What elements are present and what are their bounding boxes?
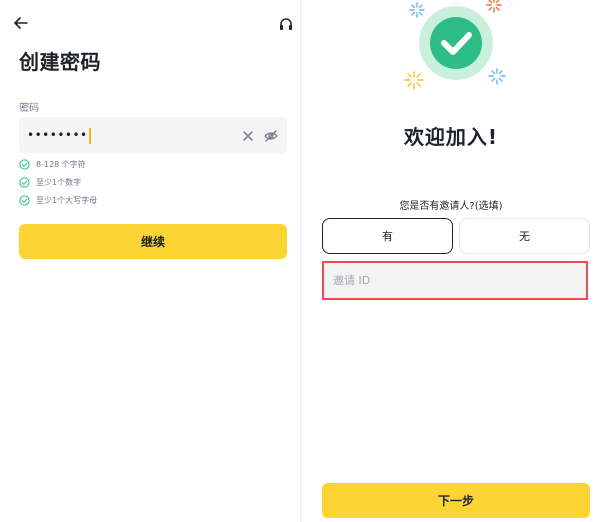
rule-text: 8-128 个字符 bbox=[36, 159, 86, 169]
toggle-visibility-button[interactable] bbox=[264, 128, 278, 142]
password-label: 密码 bbox=[19, 103, 39, 114]
check-circle-icon bbox=[19, 158, 30, 170]
support-button[interactable] bbox=[278, 16, 294, 32]
sparkle-icon bbox=[486, 0, 502, 13]
password-value: •••••••• bbox=[27, 128, 88, 142]
next-button[interactable]: 下一步 bbox=[322, 483, 590, 518]
referral-yes-option[interactable]: 有 bbox=[322, 218, 453, 254]
password-rule-uppercase: 至少1个大写字母 bbox=[19, 193, 97, 207]
back-button[interactable] bbox=[12, 14, 30, 32]
rule-text: 至少1个大写字母 bbox=[36, 195, 98, 205]
welcome-screen: 欢迎加入! 您是否有邀请人?(选填) 有 无 下一步 bbox=[302, 0, 600, 522]
password-value-wrapper: •••••••• bbox=[27, 117, 91, 153]
create-password-screen: 创建密码 密码 •••••••• 8-128 个字符 至少1个数字 至少1个大写… bbox=[0, 0, 300, 522]
check-badge-icon bbox=[419, 6, 493, 80]
referral-no-option[interactable]: 无 bbox=[459, 218, 590, 254]
success-illustration bbox=[404, 0, 506, 90]
back-arrow-icon bbox=[14, 17, 28, 29]
sparkle-icon bbox=[409, 2, 425, 18]
close-icon bbox=[243, 131, 253, 141]
password-rule-number: 至少1个数字 bbox=[19, 175, 81, 189]
clear-button[interactable] bbox=[241, 128, 255, 142]
password-rule-length: 8-128 个字符 bbox=[19, 157, 86, 171]
password-field[interactable]: •••••••• bbox=[19, 117, 287, 153]
check-circle-icon bbox=[19, 176, 30, 188]
eye-off-icon bbox=[264, 130, 278, 142]
headset-icon bbox=[280, 18, 292, 30]
check-circle-icon bbox=[19, 194, 30, 206]
referral-id-field bbox=[322, 261, 588, 300]
sparkle-icon bbox=[488, 68, 506, 85]
welcome-heading: 欢迎加入! bbox=[403, 125, 499, 149]
referral-id-input[interactable] bbox=[324, 263, 586, 298]
page-title: 创建密码 bbox=[19, 50, 101, 74]
continue-button[interactable]: 继续 bbox=[19, 224, 287, 259]
sparkle-icon bbox=[404, 71, 424, 90]
referral-question: 您是否有邀请人?(选填) bbox=[399, 201, 503, 212]
rule-text: 至少1个数字 bbox=[36, 177, 82, 187]
text-caret bbox=[88, 127, 91, 144]
